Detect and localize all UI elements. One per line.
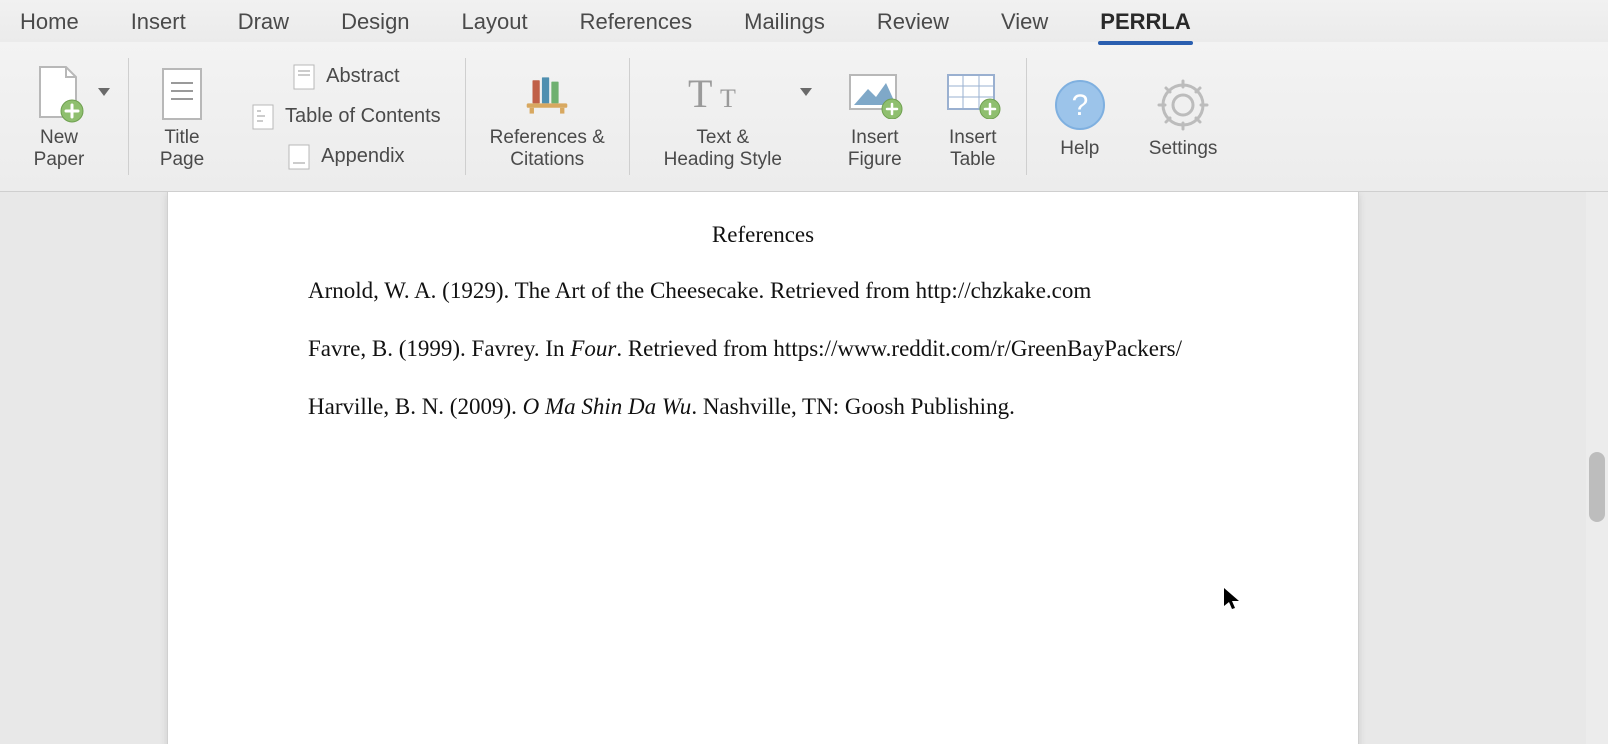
reference-entry: Favre, B. (1999). Favrey. In Four. Retri…	[308, 334, 1218, 364]
settings-button[interactable]: Settings	[1143, 72, 1224, 162]
reference-entry: Harville, B. N. (2009). O Ma Shin Da Wu.…	[308, 392, 1218, 422]
reference-text: Favre, B. (1999). Favrey. In	[308, 336, 570, 361]
text-heading-label: Text & Heading Style	[664, 127, 782, 171]
tab-insert[interactable]: Insert	[129, 5, 188, 43]
insert-table-label: Insert Table	[949, 127, 997, 171]
new-paper-button[interactable]: New Paper	[24, 61, 94, 173]
ribbon-toolbar: New Paper Title Page Abstract	[0, 42, 1608, 192]
reference-text: Arnold, W. A. (1929). The Art of the Che…	[308, 278, 1091, 303]
references-citations-button[interactable]: References & Citations	[484, 61, 611, 173]
references-citations-label: References & Citations	[490, 127, 605, 171]
scrollbar-thumb[interactable]	[1589, 452, 1605, 522]
bookshelf-icon	[518, 65, 576, 123]
svg-text:T: T	[688, 71, 712, 116]
group-settings: Settings	[1129, 46, 1238, 187]
separator	[128, 58, 129, 175]
new-paper-label: New Paper	[34, 127, 85, 171]
mouse-cursor-icon	[1223, 587, 1241, 611]
ribbon-tabs: Home Insert Draw Design Layout Reference…	[0, 0, 1608, 42]
svg-text:?: ?	[1071, 89, 1088, 122]
group-help: ? Help	[1031, 46, 1129, 187]
insert-figure-button[interactable]: Insert Figure	[840, 61, 910, 173]
insert-figure-icon	[846, 65, 904, 123]
title-page-button[interactable]: Title Page	[147, 61, 217, 173]
tab-review[interactable]: Review	[875, 5, 951, 43]
separator	[465, 58, 466, 175]
group-title-page: Title Page	[133, 46, 231, 187]
appendix-icon	[287, 143, 311, 171]
svg-text:T: T	[720, 84, 736, 113]
toc-button[interactable]: Table of Contents	[245, 101, 447, 133]
reference-italic: O Ma Shin Da Wu	[523, 394, 692, 419]
group-new-paper: New Paper	[10, 46, 124, 187]
new-paper-dropdown-icon[interactable]	[98, 88, 110, 96]
reference-entry: Arnold, W. A. (1929). The Art of the Che…	[308, 276, 1218, 306]
tab-view[interactable]: View	[999, 5, 1050, 43]
tab-mailings[interactable]: Mailings	[742, 5, 827, 43]
tab-layout[interactable]: Layout	[460, 5, 530, 43]
insert-table-button[interactable]: Insert Table	[938, 61, 1008, 173]
reference-text: . Nashville, TN: Goosh Publishing.	[691, 394, 1015, 419]
group-insert-figure: Insert Figure	[826, 46, 924, 187]
reference-italic: Four	[570, 336, 616, 361]
group-text-heading: T T Text & Heading Style	[634, 46, 826, 187]
insert-figure-label: Insert Figure	[848, 127, 902, 171]
separator	[1026, 58, 1027, 175]
abstract-label: Abstract	[326, 65, 399, 88]
insert-table-icon	[944, 65, 1002, 123]
appendix-label: Appendix	[321, 145, 404, 168]
document-area: References Arnold, W. A. (1929). The Art…	[0, 192, 1608, 744]
title-page-icon	[153, 65, 211, 123]
reference-text: Harville, B. N. (2009).	[308, 394, 523, 419]
group-insert-table: Insert Table	[924, 46, 1022, 187]
text-style-icon: T T	[678, 65, 768, 123]
settings-label: Settings	[1149, 138, 1218, 160]
toc-label: Table of Contents	[285, 105, 441, 128]
tab-references[interactable]: References	[578, 5, 695, 43]
group-references-citations: References & Citations	[470, 46, 625, 187]
tab-design[interactable]: Design	[339, 5, 411, 43]
help-label: Help	[1060, 138, 1099, 160]
references-heading: References	[308, 222, 1218, 248]
vertical-scrollbar[interactable]	[1586, 192, 1608, 744]
title-page-label: Title Page	[160, 127, 204, 171]
tab-home[interactable]: Home	[18, 5, 81, 43]
text-heading-style-button[interactable]: T T Text & Heading Style	[648, 61, 798, 173]
text-heading-dropdown-icon[interactable]	[800, 88, 812, 96]
abstract-button[interactable]: Abstract	[286, 61, 405, 93]
gear-icon	[1154, 76, 1212, 134]
separator	[629, 58, 630, 175]
group-sections: Abstract Table of Contents Appendix	[231, 46, 461, 187]
reference-text: . Retrieved from https://www.reddit.com/…	[616, 336, 1182, 361]
help-icon: ?	[1051, 76, 1109, 134]
tab-perrla[interactable]: PERRLA	[1098, 5, 1192, 43]
help-button[interactable]: ? Help	[1045, 72, 1115, 162]
tab-draw[interactable]: Draw	[236, 5, 291, 43]
document-page[interactable]: References Arnold, W. A. (1929). The Art…	[168, 192, 1358, 744]
toc-icon	[251, 103, 275, 131]
new-paper-icon	[30, 65, 88, 123]
appendix-button[interactable]: Appendix	[281, 141, 410, 173]
abstract-icon	[292, 63, 316, 91]
